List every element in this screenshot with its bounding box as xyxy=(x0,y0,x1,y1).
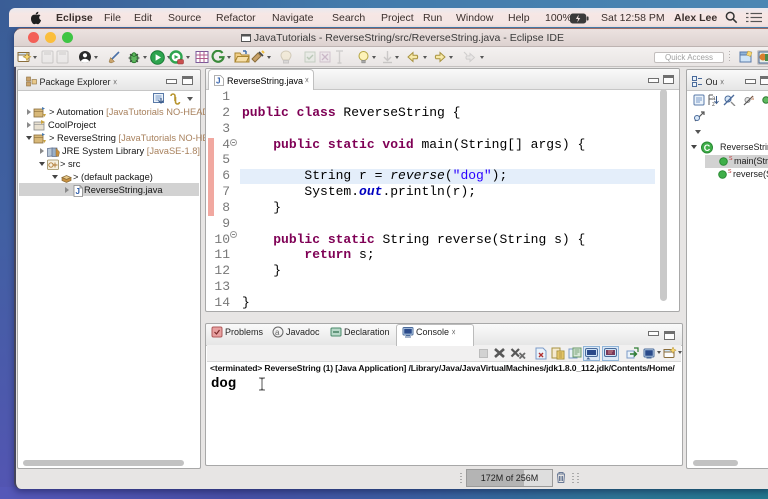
svg-text:z: z xyxy=(712,102,715,106)
svg-text:C: C xyxy=(704,143,711,153)
svg-text:J: J xyxy=(216,77,220,86)
svg-text:J: J xyxy=(76,187,80,196)
svg-text:a: a xyxy=(275,328,280,337)
svg-text:s: s xyxy=(751,96,754,102)
